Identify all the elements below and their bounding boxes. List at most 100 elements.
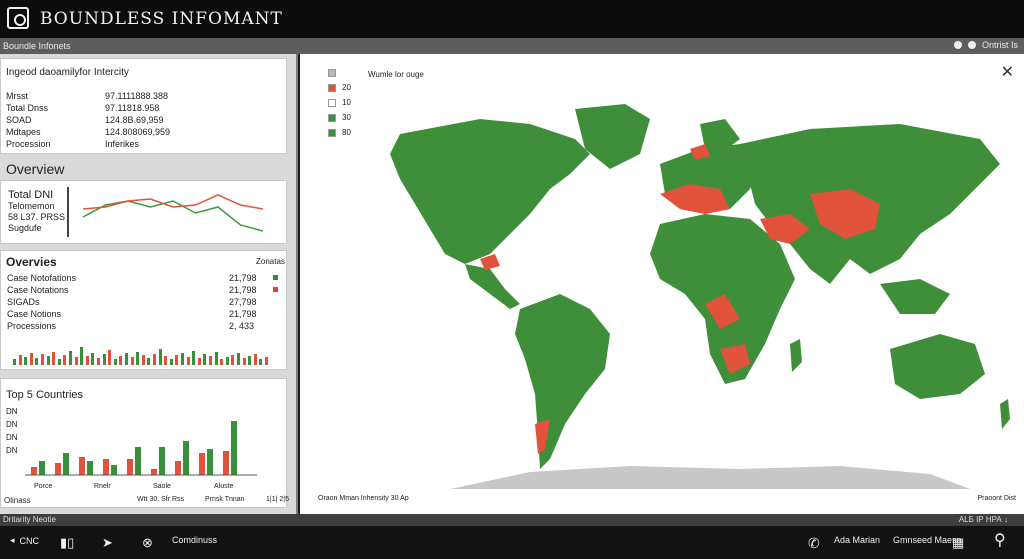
overview-stat-bar bbox=[119, 356, 123, 365]
world-map[interactable] bbox=[360, 94, 1010, 494]
taskbar-right-label[interactable]: Ada Marian bbox=[834, 535, 880, 545]
overview-stat-bar bbox=[203, 354, 207, 365]
top5-bar bbox=[223, 451, 229, 475]
top5-bar bbox=[207, 449, 213, 475]
info-icon[interactable] bbox=[953, 41, 962, 49]
settings-icon[interactable] bbox=[967, 41, 976, 49]
legend-label: 20 bbox=[342, 83, 351, 92]
legend-label: 10 bbox=[342, 98, 351, 107]
overview-stat-bar bbox=[248, 356, 252, 365]
map-pane: 20 10 30 80 Wumle lor ouge ✕ Oraon Mman … bbox=[300, 54, 1024, 514]
overview-stat-bar bbox=[164, 356, 168, 365]
top5-axis-label: DN bbox=[6, 407, 18, 416]
top5-bar bbox=[159, 447, 165, 475]
left-footer-left: Olinass bbox=[4, 496, 31, 505]
overview-stat-bar bbox=[169, 359, 173, 365]
title-bar: BOUNDLESS INFOMANT bbox=[0, 0, 1024, 38]
overview-stats-bar-chart bbox=[13, 331, 283, 365]
overview-stat-marker bbox=[273, 275, 278, 280]
overview-line-series bbox=[82, 194, 264, 210]
overview-stat-bar bbox=[29, 353, 33, 365]
section-label: Boundle Infonets bbox=[3, 41, 71, 51]
overview-line-2: 58 L37. PRSS bbox=[8, 212, 66, 222]
top5-axis-label: DN bbox=[6, 420, 18, 429]
overview-line-0: Total DNI bbox=[8, 189, 54, 201]
top5-category: Rnelr bbox=[94, 483, 111, 490]
overview-stat-bar bbox=[91, 353, 95, 365]
app-title: BOUNDLESS INFOMANT bbox=[40, 9, 283, 29]
overview-stat-bar bbox=[130, 357, 134, 365]
overview-stat-bar bbox=[181, 353, 184, 365]
top5-bar bbox=[175, 461, 181, 475]
left-footer-mid[interactable]: Wtt 30. Sfr Rss bbox=[137, 496, 184, 503]
top5-bar bbox=[231, 421, 237, 475]
sub-toolbar: Boundle Infonets Ontrist Is bbox=[0, 38, 1024, 54]
overview-stat-bar bbox=[209, 356, 212, 365]
summary-card: Ingeod daoamilyfor Intercity Mrsst 97.111… bbox=[0, 58, 287, 154]
overview-stat-bar bbox=[214, 352, 218, 365]
overview-stat-label: SIGADs bbox=[7, 297, 40, 307]
top5-bar bbox=[135, 447, 141, 475]
grid-icon[interactable]: ▦ bbox=[952, 535, 964, 551]
madagascar bbox=[790, 339, 802, 372]
overview-stat-value: 21,798 bbox=[229, 309, 257, 319]
summary-row-value: 97.11818.958 bbox=[105, 103, 160, 113]
overview-stat-bar bbox=[52, 352, 56, 365]
overview-stat-label: Processions bbox=[7, 321, 57, 331]
central-america bbox=[465, 264, 520, 309]
summary-row-label: Mrsst bbox=[6, 91, 28, 101]
forward-icon[interactable]: ➤ bbox=[102, 535, 113, 551]
legend-title: Wumle lor ouge bbox=[368, 70, 424, 79]
summary-row-label: Mdtapes bbox=[6, 127, 41, 137]
new-zealand bbox=[1000, 399, 1010, 429]
overview-line-3: Sugdufe bbox=[8, 223, 42, 233]
overview-stat-label: Case Notions bbox=[7, 309, 62, 319]
overview-stats-card: Overvies Zonatas Case Notofations 21,798 C… bbox=[0, 250, 287, 370]
overview-stat-bar bbox=[74, 357, 78, 365]
status-left: Dritarity Neotie bbox=[3, 515, 56, 524]
top5-bar bbox=[151, 469, 157, 475]
overview-stat-bar bbox=[220, 359, 224, 365]
legend-swatch bbox=[328, 84, 336, 92]
phone-icon[interactable]: ✆ bbox=[808, 535, 820, 552]
status-right: ALБ IР HРА ↓ bbox=[958, 515, 1008, 524]
cancel-icon[interactable]: ⊗ bbox=[142, 535, 153, 551]
top5-bar bbox=[103, 459, 109, 475]
overview-stat-bar bbox=[231, 355, 235, 365]
overview-stat-value: 21,798 bbox=[229, 285, 257, 295]
taskbar-cnc[interactable]: ◂ CNC bbox=[10, 535, 39, 546]
overview-stat-bar bbox=[108, 350, 112, 365]
south-america bbox=[515, 294, 610, 469]
overview-stat-value: 27,798 bbox=[229, 297, 257, 307]
close-icon[interactable]: ✕ bbox=[1001, 62, 1014, 82]
overview-stat-bar bbox=[192, 351, 196, 365]
left-footer-right[interactable]: Prnsk Tnnan bbox=[205, 496, 245, 503]
summary-title: Ingeod daoamilyfor Intercity bbox=[6, 67, 129, 78]
overview-stat-bar bbox=[253, 354, 257, 365]
overview-stat-value: 2, 433 bbox=[229, 321, 255, 331]
arrow-left-icon: ◂ bbox=[10, 535, 15, 545]
overview-line-card: Total DNI Telomemon 58 L37. PRSS Sugdufe bbox=[0, 180, 287, 244]
land-masses bbox=[390, 104, 1010, 469]
search-icon[interactable]: ⚲ bbox=[994, 530, 1006, 550]
taskbar-label[interactable]: Comdinuss bbox=[172, 535, 217, 545]
overview-stat-bar bbox=[175, 355, 179, 365]
overview-stat-bar bbox=[242, 358, 246, 365]
overview-stat-bar bbox=[158, 349, 162, 365]
divider bbox=[67, 187, 69, 237]
document-icon[interactable]: ▮▯ bbox=[60, 535, 74, 551]
map-footer-left: Oraon Mman Inhensity 30 Ap bbox=[318, 495, 409, 502]
left-footer-pager[interactable]: 1|1| 2|5 bbox=[266, 496, 289, 503]
australia bbox=[890, 334, 985, 399]
top5-bar-chart bbox=[25, 421, 257, 476]
north-america bbox=[390, 119, 590, 264]
map-footer-right: Praoont Dist bbox=[977, 495, 1016, 502]
greenland bbox=[575, 104, 650, 169]
overview-stat-bar bbox=[141, 355, 145, 365]
overview-stat-label: Case Notations bbox=[7, 285, 69, 295]
overview-stat-bar bbox=[125, 353, 128, 365]
top5-bar bbox=[199, 453, 205, 475]
options-label[interactable]: Ontrist Is bbox=[982, 40, 1018, 50]
taskbar: ◂ CNC ▮▯ ➤ ⊗ Comdinuss ✆ Ada Marian Gmns… bbox=[0, 526, 1024, 559]
overview-stat-bar bbox=[80, 347, 84, 365]
